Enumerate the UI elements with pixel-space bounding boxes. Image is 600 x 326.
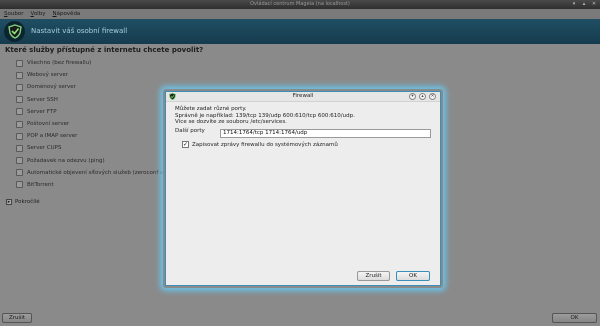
expand-arrow-icon: ▸ xyxy=(6,199,12,205)
service-label: Požadavek na odezvu (ping) xyxy=(27,157,105,164)
help-line: Můžete zadat různé porty. xyxy=(175,106,247,112)
service-item[interactable]: POP a IMAP server xyxy=(16,130,163,142)
maximize-icon[interactable]: ▴ xyxy=(419,93,426,100)
service-label: Server FTP xyxy=(27,108,57,115)
menu-help[interactable]: Nápověda xyxy=(52,11,80,17)
advanced-label: Pokročilé xyxy=(15,199,40,205)
services-list: Všechno (bez firewallu) Webový server Do… xyxy=(16,57,163,191)
header-banner: Nastavit váš osobní firewall xyxy=(0,19,600,44)
log-checkbox[interactable]: ✓ xyxy=(182,141,189,148)
service-checkbox[interactable] xyxy=(16,144,23,152)
page-heading: Nastavit váš osobní firewall xyxy=(31,27,128,35)
service-checkbox[interactable] xyxy=(16,169,23,177)
service-checkbox[interactable] xyxy=(16,96,23,104)
service-checkbox[interactable] xyxy=(16,157,23,165)
dialog-controls: ▾ ▴ ✕ xyxy=(409,93,436,100)
dialog-ok-button[interactable]: OK xyxy=(396,271,430,281)
service-item[interactable]: Webový server xyxy=(16,69,163,81)
minimize-icon[interactable]: ▾ xyxy=(409,93,416,100)
firewall-shield-icon xyxy=(4,21,25,42)
log-option[interactable]: ✓ Zapisovat zprávy firewallu do systémov… xyxy=(182,141,338,148)
service-item[interactable]: Všechno (bez firewallu) xyxy=(16,57,163,69)
service-checkbox[interactable] xyxy=(16,71,23,79)
service-label: Server CUPS xyxy=(27,145,62,152)
dialog-titlebar: Firewall ▾ ▴ ✕ xyxy=(166,92,440,102)
ok-button[interactable]: OK xyxy=(552,313,597,323)
help-line: Více se dozvíte ze souboru /etc/services… xyxy=(175,119,287,126)
service-checkbox[interactable] xyxy=(16,181,23,189)
service-item[interactable]: Požadavek na odezvu (ping) xyxy=(16,155,163,167)
service-item[interactable]: Server SSH xyxy=(16,94,163,106)
service-item[interactable]: Server CUPS xyxy=(16,142,163,154)
service-label: Doménový server xyxy=(27,84,76,91)
service-item[interactable]: Automatické objevení síťových služeb (ze… xyxy=(16,167,163,179)
dialog-cancel-button[interactable]: Zrušit xyxy=(357,271,390,281)
advanced-expander[interactable]: ▸ Pokročilé xyxy=(6,199,40,205)
service-checkbox[interactable] xyxy=(16,132,23,140)
service-item[interactable]: BitTorrent xyxy=(16,179,163,191)
service-item[interactable]: Poštovní server xyxy=(16,118,163,130)
window-title: Ovládací centrum Mageia (na localhost) xyxy=(250,1,350,7)
service-label: Poštovní server xyxy=(27,121,70,128)
service-checkbox[interactable] xyxy=(16,120,23,128)
service-item[interactable]: Server FTP xyxy=(16,106,163,118)
window-controls: ▾ ▴ ✕ xyxy=(571,1,597,7)
service-label: Všechno (bez firewallu) xyxy=(27,60,92,67)
menu-bar: Soubor Volby Nápověda xyxy=(0,9,600,19)
services-question: Které služby přístupné z internetu chcet… xyxy=(5,46,204,54)
service-checkbox[interactable] xyxy=(16,108,23,116)
ports-input[interactable]: 1714:1764/tcp 1714:1764/udp xyxy=(220,129,431,138)
service-checkbox[interactable] xyxy=(16,59,23,67)
close-icon[interactable]: ✕ xyxy=(429,93,436,100)
dialog-title: Firewall xyxy=(292,93,314,99)
service-checkbox[interactable] xyxy=(16,83,23,91)
service-item[interactable]: Doménový server xyxy=(16,81,163,93)
window-titlebar: Ovládací centrum Mageia (na localhost) ▾… xyxy=(0,0,600,9)
menu-options[interactable]: Volby xyxy=(30,11,45,17)
service-label: POP a IMAP server xyxy=(27,133,78,140)
log-label: Zapisovat zprávy firewallu do systémovýc… xyxy=(192,141,338,148)
ports-label: Další porty xyxy=(175,128,205,134)
menu-file[interactable]: Soubor xyxy=(4,11,23,17)
close-icon[interactable]: ✕ xyxy=(591,1,597,7)
service-label: Webový server xyxy=(27,72,69,79)
minimize-icon[interactable]: ▾ xyxy=(571,1,577,7)
maximize-icon[interactable]: ▴ xyxy=(581,1,587,7)
service-label: Server SSH xyxy=(27,96,58,103)
service-label: BitTorrent xyxy=(27,181,54,188)
service-label: Automatické objevení síťových služeb (ze… xyxy=(27,169,164,176)
dialog-help-text: Můžete zadat různé porty. Správně je nap… xyxy=(175,106,355,126)
cancel-button[interactable]: Zrušit xyxy=(2,313,32,323)
firewall-dialog: Firewall ▾ ▴ ✕ Můžete zadat různé porty.… xyxy=(165,91,441,286)
